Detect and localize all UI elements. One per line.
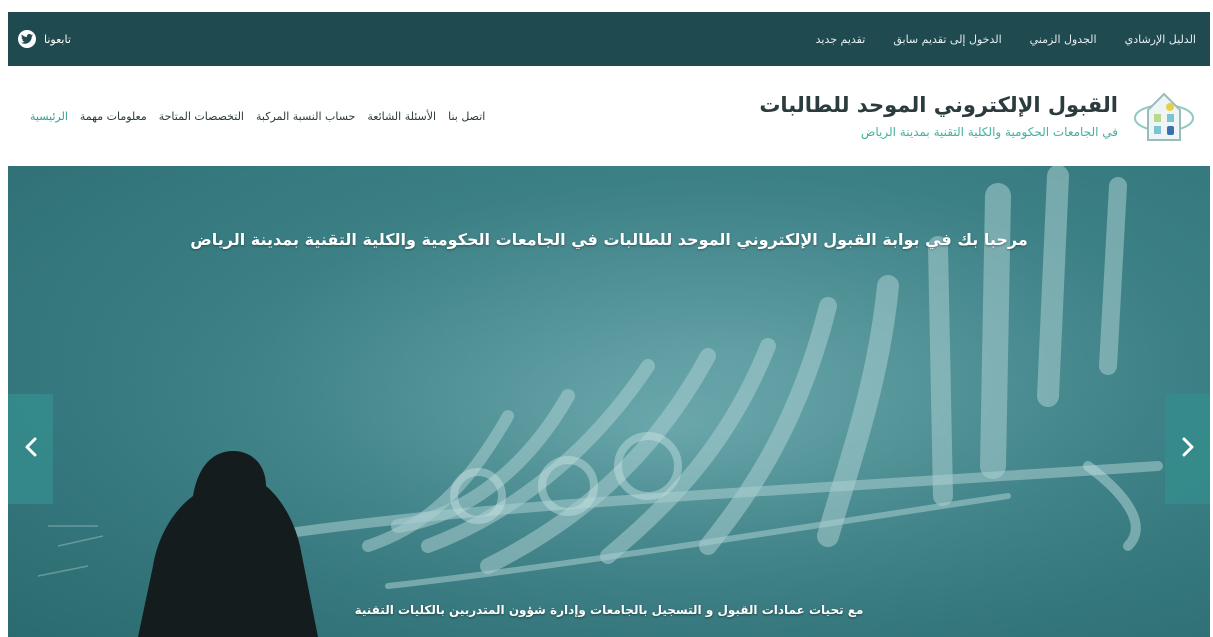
logo-icon[interactable] <box>1132 84 1196 148</box>
top-link-new-application[interactable]: تقديم جديد <box>816 33 866 46</box>
brand-text: القبول الإلكتروني الموحد للطالبات في الج… <box>759 93 1118 139</box>
site-title: القبول الإلكتروني الموحد للطالبات <box>759 93 1118 117</box>
nav-item-available-majors[interactable]: التخصصات المتاحة <box>159 110 244 123</box>
hero-title: مرحبا بك في بوابة القبول الإلكتروني المو… <box>190 230 1028 249</box>
main-nav: الرئيسية معلومات مهمة التخصصات المتاحة ح… <box>30 110 485 123</box>
top-link-previous-application[interactable]: الدخول إلى تقديم سابق <box>893 33 1001 46</box>
social-follow[interactable]: تابعونا <box>18 30 71 48</box>
brand[interactable]: القبول الإلكتروني الموحد للطالبات في الج… <box>759 84 1196 148</box>
top-bar: تابعونا تقديم جديد الدخول إلى تقديم سابق… <box>8 12 1210 66</box>
site-subtitle: في الجامعات الحكومية والكلية التقنية بمد… <box>860 125 1118 139</box>
top-links: تقديم جديد الدخول إلى تقديم سابق الجدول … <box>816 33 1196 46</box>
nav-item-home[interactable]: الرئيسية <box>30 110 68 123</box>
nav-item-composite-score[interactable]: حساب النسبة المركبة <box>256 110 355 123</box>
nav-item-contact[interactable]: اتصل بنا <box>448 110 485 123</box>
hero-caption: مع تحيات عمادات القبول و التسجيل بالجامع… <box>354 603 864 617</box>
nav-item-faq[interactable]: الأسئلة الشائعة <box>367 110 436 123</box>
chevron-right-icon <box>1181 436 1195 462</box>
site-header: الرئيسية معلومات مهمة التخصصات المتاحة ح… <box>8 66 1210 166</box>
top-link-guide[interactable]: الدليل الإرشادي <box>1125 33 1196 46</box>
nav-item-important-info[interactable]: معلومات مهمة <box>80 110 147 123</box>
top-link-timeline[interactable]: الجدول الزمني <box>1030 33 1097 46</box>
twitter-icon[interactable] <box>18 30 36 48</box>
slider-prev-button[interactable] <box>8 394 53 504</box>
chevron-left-icon <box>24 436 38 462</box>
social-label: تابعونا <box>44 32 71 46</box>
slider-next-button[interactable] <box>1165 394 1210 504</box>
hero-slider: مرحبا بك في بوابة القبول الإلكتروني المو… <box>8 166 1210 637</box>
